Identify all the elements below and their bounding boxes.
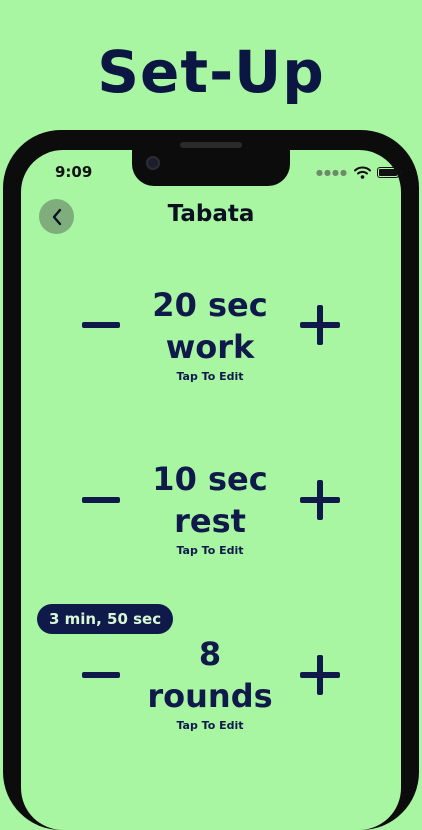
speaker-grille: [180, 142, 242, 148]
tap-to-edit-hint: Tap To Edit: [176, 719, 244, 732]
signal-dots-icon: ●●●●: [316, 167, 348, 177]
front-camera-icon: [146, 156, 160, 170]
battery-icon: [376, 166, 402, 178]
wifi-icon: [353, 166, 371, 179]
total-time-badge: 3 min, 50 sec: [37, 604, 174, 634]
increase-rounds-button[interactable]: [300, 655, 340, 695]
status-time: 9:09: [55, 163, 93, 181]
tap-to-edit-hint: Tap To Edit: [176, 370, 244, 383]
screen-title: Tabata: [167, 201, 255, 227]
increase-rest-button[interactable]: [300, 480, 340, 520]
headline: Set-Up: [97, 38, 325, 106]
tap-to-edit-hint: Tap To Edit: [176, 544, 244, 557]
status-icons: ●●●●: [316, 164, 402, 180]
increase-work-button[interactable]: [300, 305, 340, 345]
